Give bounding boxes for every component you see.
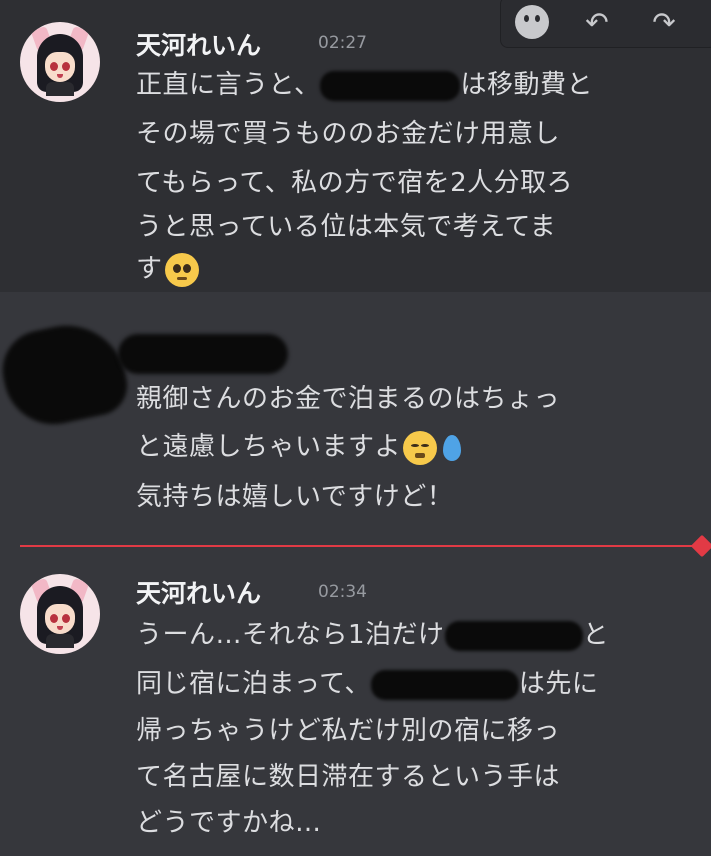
message-line: てもらって、私の方で宿を2人分取ろ xyxy=(136,168,574,198)
confounded-face-icon xyxy=(403,430,438,465)
message-line: 正直に言うと、 は移動費と xyxy=(136,70,593,101)
message-3[interactable]: 天河れいん 02:34 うーん…それなら1泊だけと 同じ宿に泊まって、 は先に 帰… xyxy=(0,556,711,856)
redacted-text xyxy=(370,669,519,700)
message-actions-toolbar: ↶ ↷ xyxy=(500,0,711,48)
username[interactable]: 天河れいん xyxy=(136,574,261,610)
forward-icon[interactable]: ↷ xyxy=(646,5,682,41)
message-line: 親御さんのお金で泊まるのはちょっ xyxy=(136,384,561,414)
timestamp: 02:27 xyxy=(318,33,367,53)
message-line: と遠慮しちゃいますよ xyxy=(136,426,462,468)
redacted-avatar xyxy=(0,314,133,434)
redacted-text xyxy=(320,70,461,101)
message-1[interactable]: 天河れいん 02:27 正直に言うと、 は移動費と その場で買うもののお金だけ用意… xyxy=(0,0,711,292)
redacted-username xyxy=(118,334,288,374)
message-line: うと思っている位は本気で考えてま xyxy=(136,212,557,242)
add-reaction-icon[interactable] xyxy=(515,5,549,39)
message-line: その場で買うもののお金だけ用意し xyxy=(136,119,561,149)
reply-icon[interactable]: ↶ xyxy=(579,5,615,41)
pleading-face-icon xyxy=(164,252,199,287)
message-line: うーん…それなら1泊だけと xyxy=(136,620,610,651)
timestamp: 02:34 xyxy=(318,582,367,602)
message-line: 帰っちゃうけど私だけ別の宿に移っ xyxy=(136,716,561,746)
droplet-icon xyxy=(443,434,462,461)
user-avatar[interactable] xyxy=(20,22,100,102)
message-line: 気持ちは嬉しいですけど！ xyxy=(136,482,454,512)
new-messages-divider xyxy=(20,545,700,547)
redacted-text xyxy=(444,620,583,651)
user-avatar[interactable] xyxy=(20,574,100,654)
message-line: どうですかね… xyxy=(136,808,322,838)
username[interactable]: 天河れいん xyxy=(136,26,261,62)
message-line: 同じ宿に泊まって、 は先に xyxy=(136,669,599,700)
message-2[interactable]: 親御さんのお金で泊まるのはちょっ と遠慮しちゃいますよ 気持ちは嬉しいですけど！ xyxy=(0,292,711,542)
message-line: す xyxy=(136,248,199,290)
message-line: て名古屋に数日滞在するという手は xyxy=(136,762,561,792)
